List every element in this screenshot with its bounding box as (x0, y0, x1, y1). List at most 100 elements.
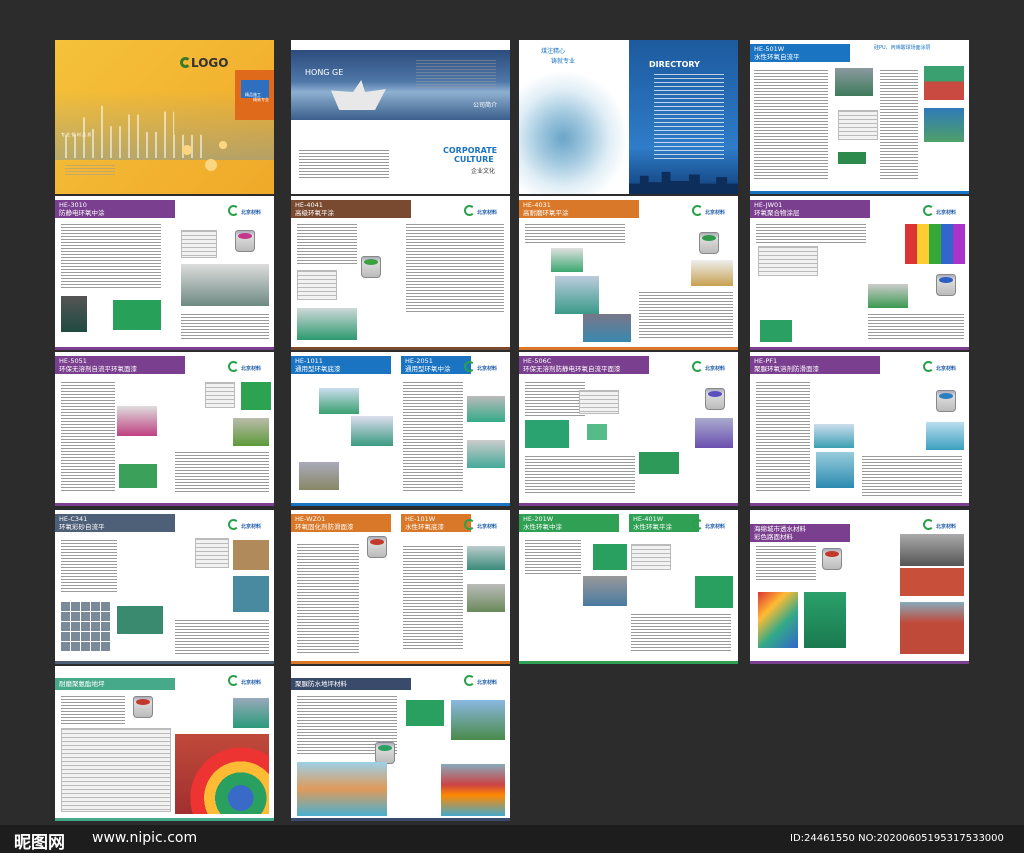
product-title-2: 通用型环氧中涂 (405, 365, 451, 373)
product-title: 水性环氧中涂 (523, 523, 562, 531)
cover-page: 精品施工 精致专业 LOGO 专 业 钢 材 品 质 (55, 40, 274, 194)
cover-squares (175, 135, 235, 185)
page-banner: HE-3010 防静电环氧中涂 (55, 200, 175, 218)
green-road-photo (804, 592, 846, 648)
corridor-photo (181, 264, 269, 306)
page-banner: HE-C341 环氧彩砂自流平 (55, 514, 175, 532)
floor-photo (760, 320, 792, 342)
playground-photo (175, 734, 269, 814)
page-bottom-bar (55, 347, 274, 350)
sample-swatch (838, 152, 866, 164)
product-page-pu-floor: 耐磨聚氨酯地坪 北京材料 (55, 666, 274, 821)
paint-can-icon (936, 274, 956, 296)
floor-sample-photo (113, 300, 161, 330)
page-bottom-bar (750, 503, 969, 506)
product-text (61, 224, 161, 288)
spec-table (297, 270, 337, 300)
floor-photo (61, 296, 87, 332)
factory-photo (233, 418, 269, 446)
water-park-photo (297, 762, 387, 816)
directory-slogan-2: 铸就专业 (551, 58, 576, 65)
product-page-he-wz01: HE-WZ01 环氧固化剂防滑面漆 HE-101W 水性环氧底漆 北京材料 (291, 510, 510, 664)
page-banner: HE-501W 水性环氧自流平 (750, 44, 850, 62)
product-code: HE-4041 (295, 201, 323, 209)
product-text (756, 382, 810, 492)
lot-photo-1 (467, 546, 505, 570)
factory-floor-photo (297, 308, 357, 340)
floor-sample-photo (639, 452, 679, 474)
product-page-permeable: 海绵城市透水材料 彩色路面材料 北京材料 (750, 510, 969, 664)
product-page-polyurea: 聚脲防水地坪材料 北京材料 (291, 666, 510, 821)
page-bottom-bar (55, 503, 274, 506)
product-code: HE-501W (754, 45, 785, 53)
product-title-2: 水性环氧底漆 (405, 523, 444, 531)
worker-photo (551, 248, 583, 272)
product-text (525, 224, 625, 244)
page-banner: HE-201W 水性环氧中涂 (519, 514, 619, 532)
product-code-2: HE-101W (405, 515, 436, 523)
warehouse-photo-2 (351, 416, 393, 446)
brand-logo: 北京材料 (228, 675, 268, 686)
floor-sample-photo (119, 464, 157, 488)
product-title: 环保无溶剂自流平环氧面漆 (59, 365, 137, 373)
page-bottom-bar (291, 503, 510, 506)
product-title: 水性环氧自流平 (754, 53, 800, 61)
green-floor-photo (241, 382, 271, 410)
floor-sample-photo (406, 700, 444, 726)
directory-page: 煤注精心 铸就专业 DIRECTORY (519, 40, 738, 194)
directory-slogan-1: 煤注精心 (541, 48, 566, 55)
product-text-right (868, 314, 964, 340)
intro-text-left (299, 150, 389, 180)
product-title-2: 彩色路面材料 (754, 533, 793, 541)
product-title: 环保无溶剂防静电环氧自流平面漆 (523, 365, 621, 373)
pool-photo-3 (926, 422, 964, 450)
road-photo (467, 396, 505, 422)
machine-photo (900, 534, 964, 566)
warehouse-photo-1 (319, 388, 359, 414)
product-code: HE-1011 (295, 357, 323, 365)
product-text (754, 70, 828, 180)
color-swatch-grid (61, 602, 111, 652)
bridge-photo (451, 700, 505, 740)
page-banner: HE-5051 环保无溶剂自流平环氧面漆 (55, 356, 185, 374)
page-banner: HE-4031 高耐磨环氧平涂 (519, 200, 639, 218)
site-name: 昵图网 (14, 833, 65, 853)
cover-text-block (65, 165, 115, 177)
paint-can-icon (822, 548, 842, 570)
culture-en-2: CULTURE (454, 155, 494, 164)
product-code: HE-C341 (59, 515, 88, 523)
product-title: 环氧彩砂自流平 (59, 523, 105, 531)
product-text-right (639, 292, 733, 338)
product-page-he-501w: HE-501W 水性环氧自流平 硅PU、丙烯酸球场面涂层 (750, 40, 969, 194)
indoor-photo (467, 440, 505, 468)
product-text-right (862, 456, 962, 496)
spec-table (61, 728, 171, 812)
brand-logo: 北京材料 (464, 675, 504, 686)
spec-table (758, 246, 818, 276)
product-page-he-506c: HE-506C 环保无溶剂防静电环氧自流平面漆 北京材料 (519, 352, 738, 506)
paint-can-icon (235, 230, 255, 252)
page-bottom-bar (291, 661, 510, 664)
product-code-2: HE-2051 (405, 357, 433, 365)
court-photo-1 (924, 66, 964, 100)
product-code: HE-3010 (59, 201, 87, 209)
culture-cn: 企业文化 (471, 168, 496, 175)
waterslide-photo (441, 764, 505, 816)
product-title: 环氧聚合物涂层 (754, 209, 800, 217)
garage-photo (583, 576, 627, 606)
paint-brushes-image (905, 224, 965, 264)
red-track-photo (900, 602, 964, 654)
paint-can-icon (361, 256, 381, 278)
intro-text-top (416, 60, 496, 90)
lot-photo-2 (467, 584, 505, 612)
brand-logo: 北京材料 (464, 205, 504, 216)
sand-texture-photo (233, 540, 269, 570)
water-dragon-image (519, 70, 629, 194)
warehouse-photo-3 (299, 462, 339, 490)
product-text-right (406, 224, 504, 314)
page-banner: HE-4041 高级环氧平涂 (291, 200, 411, 218)
floor-sample-photo (695, 576, 733, 608)
brand-logo: 北京材料 (692, 205, 732, 216)
directory-list (654, 74, 724, 159)
spec-table (579, 390, 619, 414)
